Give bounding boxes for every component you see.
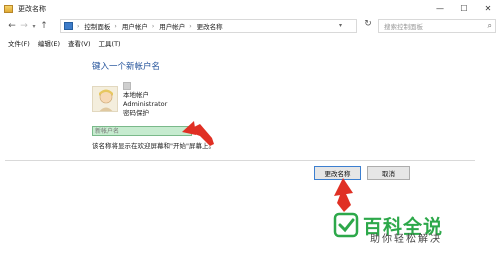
menu-tools[interactable]: 工具(T) [99,38,121,48]
up-arrow-icon[interactable]: ↑ [38,21,50,31]
title-bar: 更改名称 — ☐ ✕ [0,0,500,17]
search-icon[interactable]: ⌕ [488,21,492,31]
hint-text: 该名称将显示在欢迎屏幕和"开始"屏幕上。 [92,142,215,150]
menu-bar: 文件(F) 编辑(E) 查看(V) 工具(T) [0,36,500,49]
address-dropdown-chevron-icon[interactable]: ▾ [339,22,342,29]
address-bar[interactable]: › 控制面板 › 用户帐户 › 用户帐户 › 更改名称 ▾ [60,19,357,33]
menu-file[interactable]: 文件(F) [8,38,30,48]
breadcrumb-item[interactable]: 更改名称 [197,21,223,31]
menu-view[interactable]: 查看(V) [68,38,91,48]
user-info: 本地帐户 Administrator 密码保护 [123,82,167,118]
breadcrumb-separator-icon: › [189,22,192,30]
breadcrumb-separator-icon: › [151,22,155,30]
window-controls: — ☐ ✕ [428,0,500,17]
search-input[interactable]: 搜索控制面板 ⌕ [378,19,496,33]
menu-edit[interactable]: 编辑(E) [38,38,60,48]
breadcrumb-separator-icon: › [77,22,80,30]
account-type: 本地帐户 [123,91,149,99]
breadcrumb-item[interactable]: 控制面板 [84,21,110,31]
control-panel-icon [4,4,13,13]
user-avatar [92,86,118,112]
back-arrow-icon[interactable]: ← [6,21,18,31]
breadcrumb-item[interactable]: 用户帐户 [122,21,148,31]
window-title: 更改名称 [18,4,46,13]
breadcrumb-separator-icon: › [114,22,117,30]
username: Administrator [123,100,168,108]
refresh-icon[interactable]: ↻ [362,19,374,29]
divider [5,160,475,161]
search-placeholder: 搜索控制面板 [384,23,423,31]
control-panel-icon [64,22,73,30]
watermark-subtitle: 助你轻松解决 [370,234,442,245]
watermark-logo-icon [332,211,360,239]
close-icon[interactable]: ✕ [476,0,500,17]
cancel-button[interactable]: 取消 [367,166,410,180]
recent-pages-chevron-icon[interactable]: ▾ [30,23,38,30]
forward-arrow-icon[interactable]: → [18,21,30,31]
maximize-icon[interactable]: ☐ [452,0,476,17]
new-account-name-input[interactable] [92,126,192,136]
page-heading: 键入一个新帐户名 [92,62,161,72]
minimize-icon[interactable]: — [428,0,452,17]
password-status: 密码保护 [123,109,149,117]
user-picture-placeholder [123,82,131,90]
breadcrumb-item[interactable]: 用户帐户 [159,21,185,31]
change-name-button[interactable]: 更改名称 [314,166,361,180]
